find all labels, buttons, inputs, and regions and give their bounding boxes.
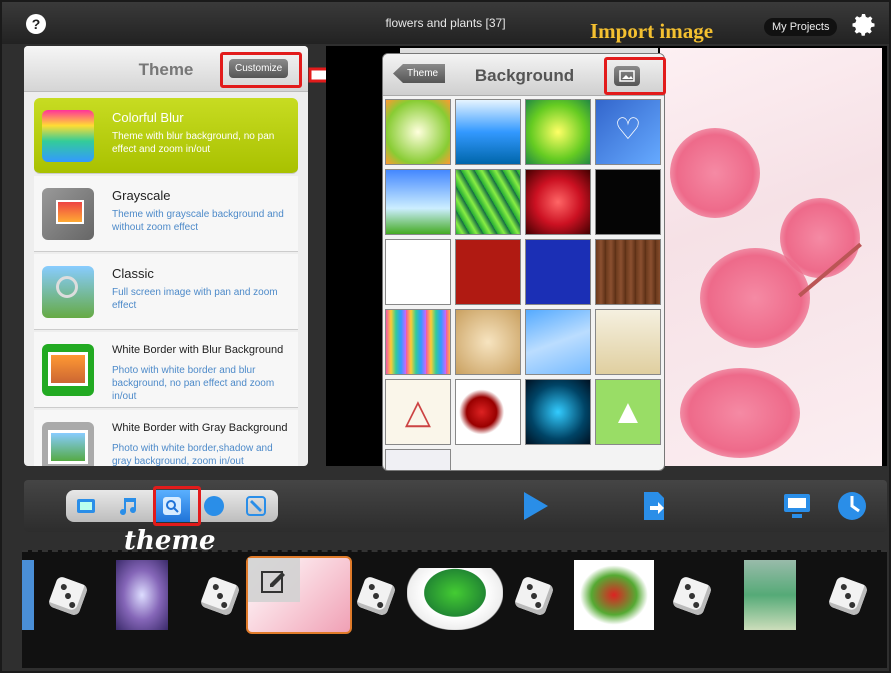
top-bar: ? flowers and plants [37] Import image M… [2, 2, 889, 44]
theme-item-desc: Full screen image with pan and zoom effe… [112, 287, 278, 311]
background-tile[interactable] [385, 239, 451, 305]
window-title: flowers and plants [37] [385, 16, 506, 30]
theme-item-desc: Theme with blur background, no pan effec… [112, 131, 275, 155]
globe-icon[interactable] [202, 494, 226, 518]
clip-thumbnail[interactable] [22, 560, 34, 630]
background-tile[interactable] [455, 309, 521, 375]
colorful-blur-thumbnail [42, 110, 94, 162]
my-projects-button[interactable]: My Projects [764, 18, 838, 36]
transition-dice-icon[interactable] [671, 575, 713, 617]
theme-item-name: White Border with Gray Background [112, 422, 288, 434]
background-tile[interactable] [595, 169, 661, 235]
transition-dice-icon[interactable] [47, 575, 89, 617]
transition-dice-icon[interactable] [827, 575, 869, 617]
background-tile[interactable] [385, 169, 451, 235]
background-tile[interactable] [525, 379, 591, 445]
preview-image [660, 48, 882, 466]
theme-item-classic[interactable]: Classic Full screen image with pan and z… [34, 254, 298, 330]
edit-icon[interactable] [244, 494, 268, 518]
theme-item-desc: Photo with white border,shadow and gray … [112, 443, 273, 466]
background-tile[interactable] [595, 309, 661, 375]
transition-dice-icon[interactable] [355, 575, 397, 617]
theme-item-desc: Theme with grayscale background and with… [112, 209, 284, 233]
transition-dice-icon[interactable] [199, 575, 241, 617]
grayscale-thumbnail [42, 188, 94, 240]
background-panel: Theme Background ♡ △ ▲ [382, 53, 665, 471]
customize-highlight [220, 52, 302, 88]
import-image-annotation: Import image [590, 19, 714, 43]
clip-thumbnail[interactable] [744, 560, 796, 630]
background-tile[interactable] [455, 239, 521, 305]
background-tile[interactable] [385, 309, 451, 375]
edit-icon[interactable] [260, 566, 288, 594]
theme-item-white-border-gray[interactable]: White Border with Gray Background Photo … [34, 410, 298, 466]
theme-item-desc: Photo with white border and blur backgro… [112, 365, 275, 402]
background-tile[interactable] [385, 99, 451, 165]
clip-thumbnail[interactable] [116, 560, 168, 630]
theme-item-colorful-blur[interactable]: Colorful Blur Theme with blur background… [34, 98, 298, 174]
white-border-blur-thumbnail [42, 344, 94, 396]
theme-item-name: Grayscale [112, 188, 171, 203]
background-tile[interactable] [525, 309, 591, 375]
background-tile[interactable] [595, 239, 661, 305]
background-tile-tree[interactable]: △ [385, 379, 451, 445]
theme-item-white-border-blur[interactable]: White Border with Blur Background Photo … [34, 332, 298, 408]
theme-panel: Theme Customize Colorful Blur Theme with… [24, 46, 308, 466]
clip-thumbnail[interactable] [574, 560, 654, 630]
import-image-highlight [604, 57, 666, 95]
background-tile-hearts[interactable]: ♡ [595, 99, 661, 165]
background-tile[interactable] [455, 379, 521, 445]
clock-icon[interactable] [836, 490, 868, 522]
filmstrip [22, 550, 887, 668]
classic-thumbnail [42, 266, 94, 318]
theme-item-name: Classic [112, 266, 154, 281]
transition-dice-icon[interactable] [513, 575, 555, 617]
background-tile[interactable] [455, 169, 521, 235]
background-tile-cake[interactable]: ▲ [595, 379, 661, 445]
app-window: ? flowers and plants [37] Import image M… [0, 0, 891, 673]
theme-item-name: Colorful Blur [112, 110, 184, 125]
white-border-gray-thumbnail [42, 422, 94, 466]
background-tile[interactable] [525, 99, 591, 165]
selected-clip-thumbnail[interactable] [246, 556, 352, 634]
background-tile[interactable] [525, 239, 591, 305]
theme-tab-highlight [153, 486, 201, 526]
photo-icon[interactable] [74, 494, 98, 518]
theme-item-grayscale[interactable]: Grayscale Theme with grayscale backgroun… [34, 176, 298, 252]
play-icon[interactable] [520, 490, 550, 522]
display-icon[interactable] [782, 492, 812, 520]
background-tile[interactable] [385, 449, 451, 470]
music-icon[interactable] [116, 494, 140, 518]
gear-icon[interactable] [852, 13, 876, 37]
theme-item-name: White Border with Blur Background [112, 344, 284, 356]
export-icon[interactable] [640, 490, 668, 522]
clip-thumbnail[interactable] [407, 568, 503, 630]
background-tile[interactable] [525, 169, 591, 235]
background-tile[interactable] [455, 99, 521, 165]
